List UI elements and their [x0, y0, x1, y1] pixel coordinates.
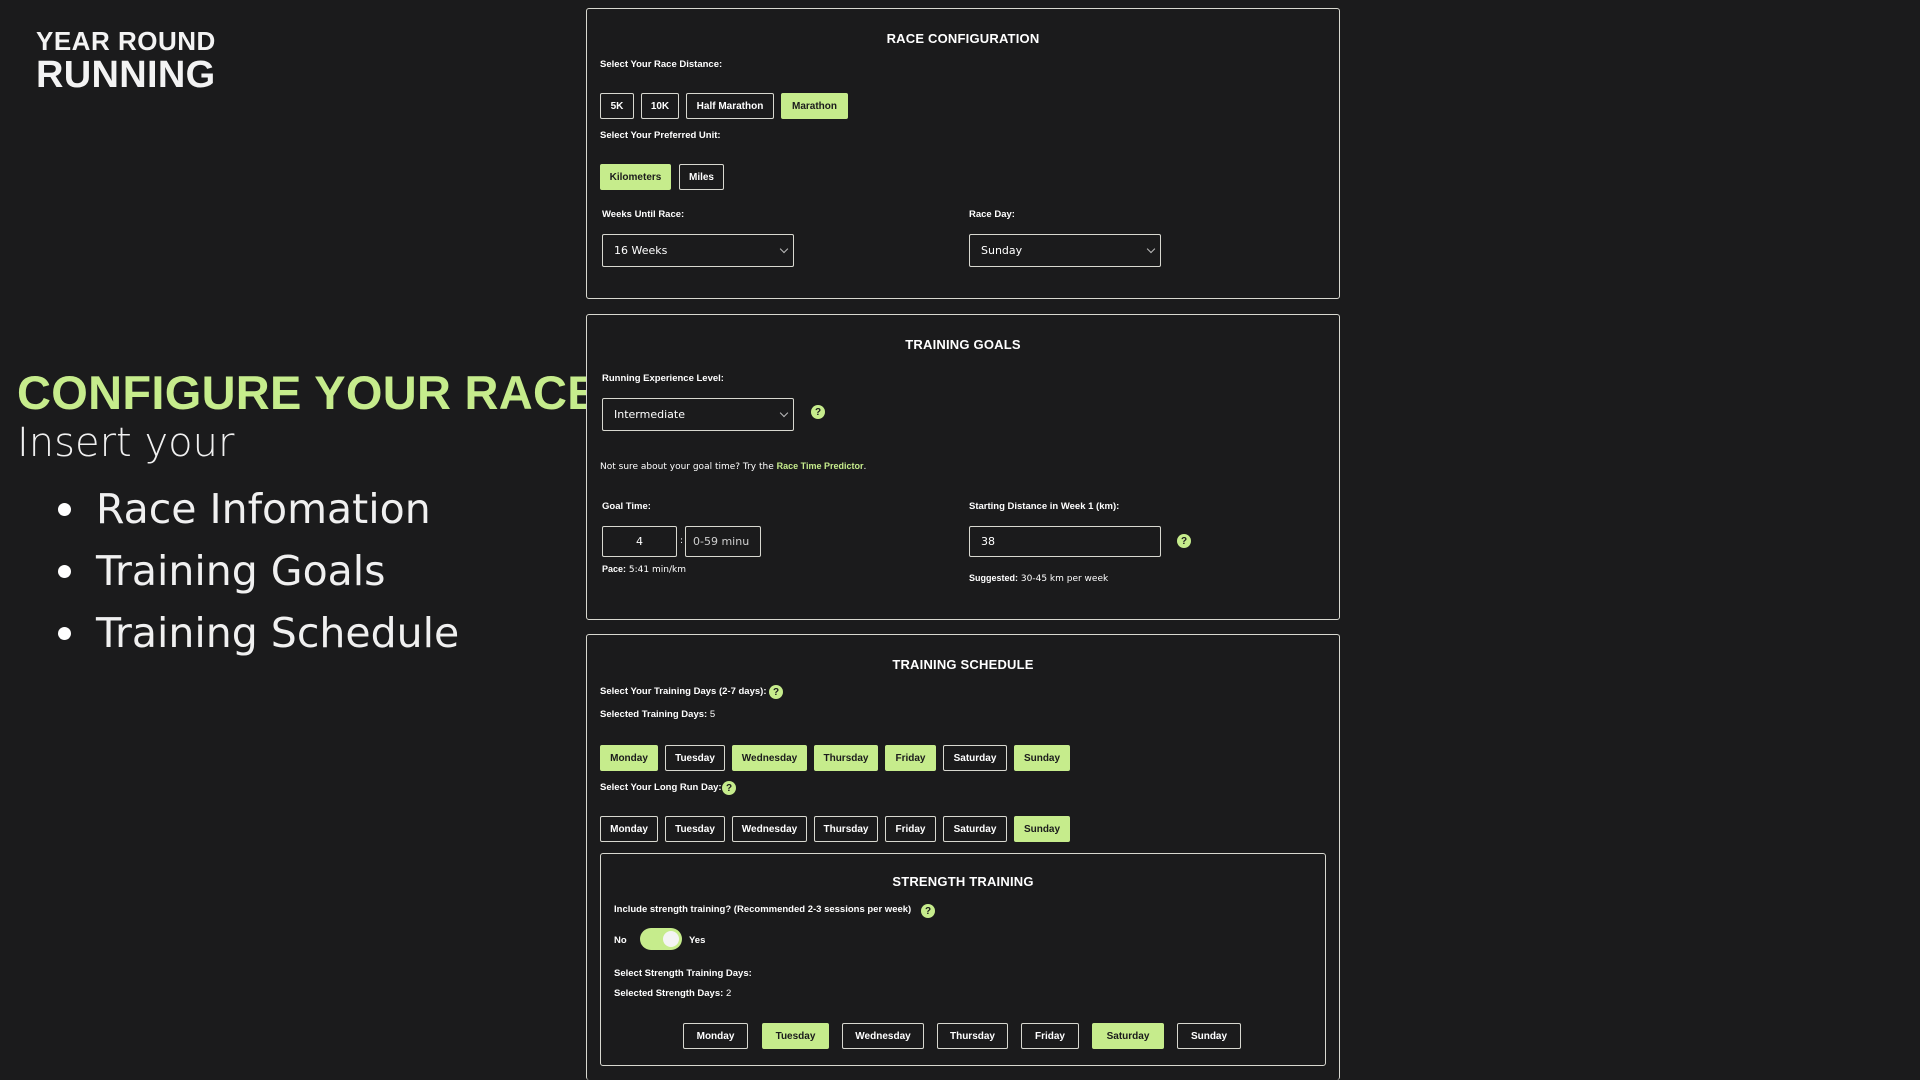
goal-minutes-input[interactable]: 0-59 minu	[685, 526, 761, 557]
starting-distance-input[interactable]: 38	[969, 526, 1161, 557]
long-run-monday[interactable]: Monday	[600, 816, 658, 842]
strength-days-label: Select Strength Training Days:	[614, 968, 752, 979]
race-configuration-panel: RACE CONFIGURATION Select Your Race Dist…	[586, 8, 1340, 299]
long-run-tuesday[interactable]: Tuesday	[665, 816, 725, 842]
training-day-wednesday[interactable]: Wednesday	[732, 745, 807, 771]
goal-hours-input[interactable]: 4	[602, 526, 677, 557]
chevron-down-icon	[779, 244, 789, 254]
bullet-icon	[58, 626, 71, 640]
hero-list-item: Training Goals	[58, 540, 459, 602]
predictor-hint: Not sure about your goal time? Try the R…	[600, 461, 867, 472]
help-icon[interactable]: ?	[1177, 534, 1191, 548]
page: YEAR ROUND RUNNING CONFIGURE YOUR RACE I…	[0, 0, 1920, 1080]
training-day-saturday[interactable]: Saturday	[943, 745, 1007, 771]
unit-label: Select Your Preferred Unit:	[600, 130, 721, 141]
strength-training-panel: STRENGTH TRAINING Include strength train…	[600, 853, 1326, 1066]
race-day-select[interactable]: Sunday	[969, 234, 1161, 267]
experience-label: Running Experience Level:	[602, 373, 724, 384]
strength-day-tuesday[interactable]: Tuesday	[762, 1023, 829, 1049]
training-day-sunday[interactable]: Sunday	[1014, 745, 1070, 771]
starting-distance-label: Starting Distance in Week 1 (km):	[969, 501, 1120, 512]
strength-day-wednesday[interactable]: Wednesday	[842, 1023, 924, 1049]
hero-list: Race Infomation Training Goals Training …	[58, 478, 459, 664]
training-days-label: Select Your Training Days (2-7 days):	[600, 686, 767, 697]
chevron-down-icon	[1146, 244, 1156, 254]
training-schedule-panel: TRAINING SCHEDULE Select Your Training D…	[586, 634, 1340, 1080]
long-run-thursday[interactable]: Thursday	[814, 816, 878, 842]
selected-training-days: Selected Training Days: 5	[600, 709, 716, 720]
training-goals-title: TRAINING GOALS	[905, 337, 1021, 352]
long-run-day-label: Select Your Long Run Day:	[600, 782, 722, 793]
bullet-icon	[58, 564, 71, 578]
brand-line1: YEAR ROUND	[36, 26, 216, 56]
training-day-thursday[interactable]: Thursday	[814, 745, 878, 771]
help-icon[interactable]: ?	[811, 405, 825, 419]
race-time-predictor-link[interactable]: Race Time Predictor	[777, 461, 864, 471]
training-day-tuesday[interactable]: Tuesday	[665, 745, 725, 771]
distance-marathon-button[interactable]: Marathon	[781, 93, 848, 119]
hero-list-item: Race Infomation	[58, 478, 459, 540]
race-configuration-title: RACE CONFIGURATION	[886, 31, 1040, 46]
suggested-distance: Suggested: 30-45 km per week	[969, 573, 1109, 584]
training-schedule-title: TRAINING SCHEDULE	[892, 657, 1034, 672]
distance-half-marathon-button[interactable]: Half Marathon	[686, 93, 774, 119]
weeks-label: Weeks Until Race:	[602, 209, 685, 220]
long-run-sunday[interactable]: Sunday	[1014, 816, 1070, 842]
strength-day-sunday[interactable]: Sunday	[1177, 1023, 1241, 1049]
help-icon[interactable]: ?	[769, 685, 783, 699]
goal-time-label: Goal Time:	[602, 501, 651, 512]
race-day-label: Race Day:	[969, 209, 1015, 220]
strength-day-monday[interactable]: Monday	[683, 1023, 748, 1049]
help-icon[interactable]: ?	[722, 781, 736, 795]
long-run-saturday[interactable]: Saturday	[943, 816, 1007, 842]
hero-title: CONFIGURE YOUR RACE	[17, 366, 599, 419]
race-distance-label: Select Your Race Distance:	[600, 59, 723, 70]
toggle-yes-label: Yes	[689, 935, 706, 946]
bullet-icon	[58, 502, 71, 516]
strength-day-friday[interactable]: Friday	[1021, 1023, 1079, 1049]
experience-select[interactable]: Intermediate	[602, 398, 794, 431]
long-run-friday[interactable]: Friday	[885, 816, 936, 842]
brand-logo: YEAR ROUND RUNNING	[36, 28, 216, 94]
distance-10k-button[interactable]: 10K	[641, 93, 679, 119]
strength-toggle[interactable]	[640, 928, 682, 950]
training-day-friday[interactable]: Friday	[885, 745, 936, 771]
toggle-no-label: No	[614, 935, 627, 946]
goal-time-separator: :	[680, 536, 684, 546]
training-goals-panel: TRAINING GOALS Running Experience Level:…	[586, 314, 1340, 620]
long-run-wednesday[interactable]: Wednesday	[732, 816, 807, 842]
chevron-down-icon	[779, 408, 789, 418]
hero-subtitle: Insert your	[17, 420, 235, 466]
training-day-monday[interactable]: Monday	[600, 745, 658, 771]
hero-list-item: Training Schedule	[58, 602, 459, 664]
brand-line2: RUNNING	[36, 54, 216, 96]
help-icon[interactable]: ?	[921, 904, 935, 918]
strength-day-saturday[interactable]: Saturday	[1092, 1023, 1164, 1049]
distance-5k-button[interactable]: 5K	[600, 93, 634, 119]
strength-training-title: STRENGTH TRAINING	[892, 874, 1034, 889]
weeks-select[interactable]: 16 Weeks	[602, 234, 794, 267]
unit-kilometers-button[interactable]: Kilometers	[600, 164, 671, 190]
pace-readout: Pace: 5:41 min/km	[602, 564, 686, 575]
include-strength-label: Include strength training? (Recommended …	[614, 904, 912, 915]
unit-miles-button[interactable]: Miles	[679, 164, 724, 190]
selected-strength-days: Selected Strength Days: 2	[614, 988, 732, 999]
toggle-knob	[663, 931, 679, 947]
strength-day-thursday[interactable]: Thursday	[937, 1023, 1008, 1049]
